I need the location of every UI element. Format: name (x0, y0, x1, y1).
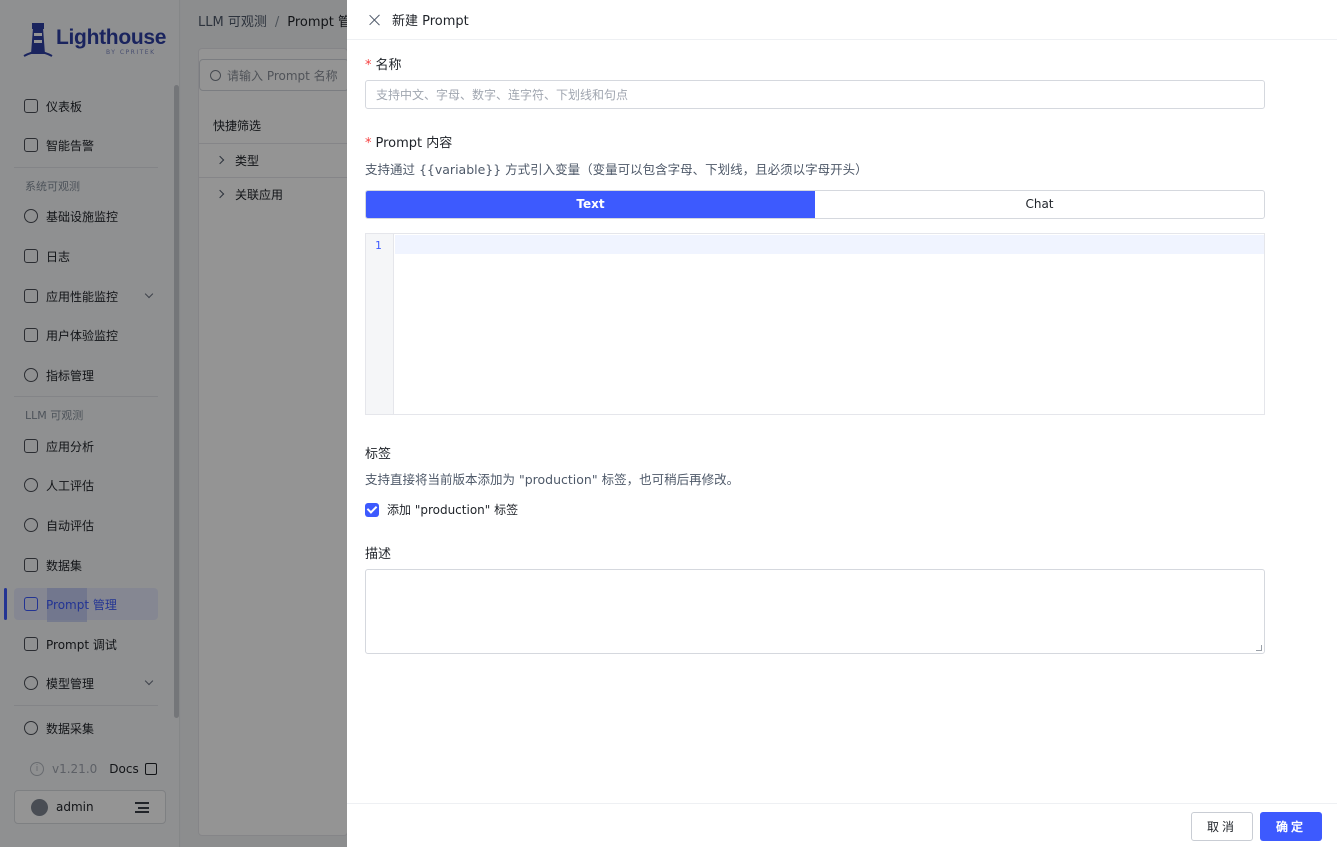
description-textarea[interactable] (365, 569, 1265, 654)
drawer-title: 新建 Prompt (392, 14, 469, 29)
name-label: * 名称 (365, 58, 402, 73)
content-hint: 支持通过 {{variable}} 方式引入变量（变量可以包含字母、下划线，且必… (365, 162, 868, 177)
checkbox-checked-icon[interactable] (365, 502, 379, 517)
tab-text[interactable]: Text (366, 191, 815, 218)
new-prompt-drawer: 新建 Prompt * 名称 支持中文、字母、数字、连字符、下划线和句点 * Pro… (347, 0, 1337, 847)
tags-label: 标签 (365, 447, 392, 462)
cancel-button[interactable]: 取消 (1191, 812, 1253, 841)
tags-hint: 支持直接将当前版本添加为 "production" 标签，也可稍后再修改。 (365, 472, 740, 487)
prompt-code-editor[interactable]: 1 (365, 233, 1265, 415)
tab-chat[interactable]: Chat (815, 191, 1264, 218)
name-input[interactable]: 支持中文、字母、数字、连字符、下划线和句点 (365, 80, 1265, 109)
resize-handle[interactable] (1256, 645, 1262, 651)
prompt-type-toggle[interactable]: Text Chat (365, 190, 1265, 219)
line-gutter: 1 (366, 234, 394, 414)
modal-overlay[interactable] (0, 0, 347, 847)
drawer-footer: 取消 确定 (347, 803, 1337, 847)
confirm-button[interactable]: 确定 (1260, 812, 1322, 841)
desc-label: 描述 (365, 547, 392, 562)
drawer-header: 新建 Prompt (347, 0, 1337, 40)
active-line (395, 235, 1264, 254)
production-tag-checkbox[interactable]: 添加 "production" 标签 (365, 501, 518, 518)
close-icon[interactable] (369, 14, 381, 26)
content-label: * Prompt 内容 (365, 136, 453, 151)
